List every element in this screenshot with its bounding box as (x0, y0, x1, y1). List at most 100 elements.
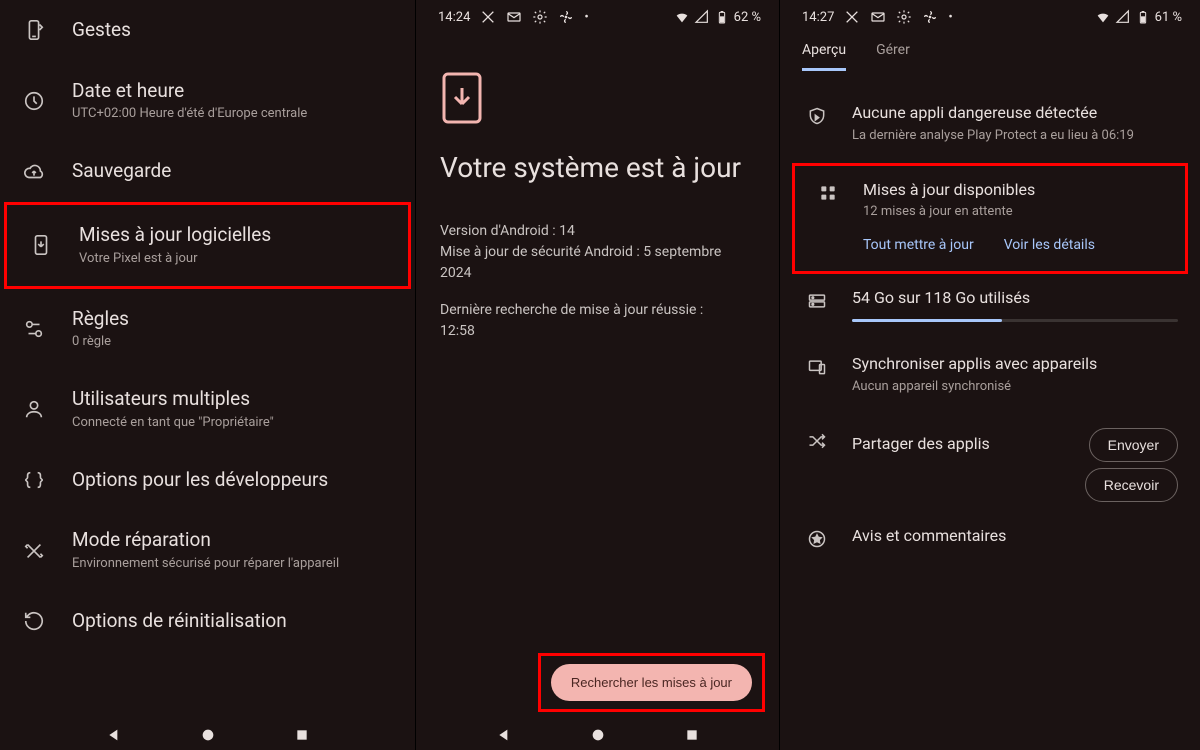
battery-icon (714, 9, 730, 25)
status-dot: • (584, 10, 588, 25)
update-heading: Votre système est à jour (440, 150, 755, 185)
row-gestures[interactable]: Gestes (0, 0, 415, 61)
tab-manage[interactable]: Gérer (876, 42, 910, 71)
row-title: Sauvegarde (72, 159, 401, 184)
status-time: 14:27 (802, 10, 834, 25)
row-texts: Mode réparation Environnement sécurisé p… (72, 528, 401, 573)
row-body: Aucune appli dangereuse détectée La dern… (852, 103, 1178, 145)
row-sync-devices[interactable]: Synchroniser applis avec appareils Aucun… (784, 340, 1196, 414)
row-software-updates[interactable]: Mises à jour logicielles Votre Pixel est… (7, 205, 408, 286)
row-play-protect[interactable]: Aucune appli dangereuse détectée La dern… (784, 89, 1196, 163)
fan-icon (922, 9, 938, 25)
star-badge-icon (806, 528, 828, 550)
row-texts: Sauvegarde (72, 159, 401, 184)
row-body: Avis et commentaires (852, 526, 1178, 550)
user-icon (22, 397, 46, 421)
row-updates-available[interactable]: Mises à jour disponibles 12 mises à jour… (795, 166, 1185, 272)
devices-icon (806, 356, 828, 378)
nav-recent-icon[interactable] (683, 726, 701, 744)
row-reviews[interactable]: Avis et commentaires (784, 512, 1196, 568)
battery-icon (1135, 9, 1151, 25)
row-sub: Environnement sécurisé pour réparer l'ap… (72, 556, 401, 573)
nav-back-icon[interactable] (105, 726, 123, 744)
row-backup[interactable]: Sauvegarde (0, 141, 415, 202)
row-sub: 0 règle (72, 334, 401, 351)
row-texts: Options pour les développeurs (72, 468, 401, 493)
update-logo-icon (440, 70, 484, 126)
row-title: Mises à jour disponibles (863, 180, 1167, 201)
navigation-bar (0, 720, 415, 750)
gmail-icon (870, 9, 886, 25)
nav-home-icon[interactable] (199, 726, 217, 744)
status-battery-pct: 61 % (1155, 10, 1182, 25)
update-all-link[interactable]: Tout mettre à jour (863, 237, 974, 253)
row-sub: Aucun appareil synchronisé (852, 379, 1178, 396)
status-time: 14:24 (438, 10, 470, 25)
reset-icon (22, 609, 46, 633)
row-share-apps: Partager des applis Envoyer (784, 414, 1196, 468)
row-reset-options[interactable]: Options de réinitialisation (0, 591, 415, 652)
update-content: Votre système est à jour Version d'Andro… (416, 30, 779, 342)
fan-icon (558, 9, 574, 25)
send-button[interactable]: Envoyer (1089, 428, 1178, 462)
check-updates-button[interactable]: Rechercher les mises à jour (551, 664, 752, 701)
highlight-check-updates: Rechercher les mises à jour (538, 653, 765, 712)
row-sub: La dernière analyse Play Protect a eu li… (852, 128, 1178, 145)
phone-vibrate-icon (22, 18, 46, 42)
receive-button[interactable]: Recevoir (1085, 468, 1178, 502)
wifi-icon (1095, 9, 1111, 25)
tools-icon (22, 539, 46, 563)
row-texts: Utilisateurs multiples Connecté en tant … (72, 387, 401, 432)
updates-actions: Tout mettre à jour Voir les détails (863, 237, 1167, 253)
shield-icon (806, 105, 828, 127)
last-check-label: Dernière recherche de mise à jour réussi… (440, 300, 755, 321)
nav-back-icon[interactable] (495, 726, 513, 744)
nav-recent-icon[interactable] (293, 726, 311, 744)
row-title: Mises à jour logicielles (79, 223, 394, 248)
x-icon (844, 9, 860, 25)
row-title: Mode réparation (72, 528, 401, 553)
settings-icon (896, 9, 912, 25)
signal-icon (1115, 9, 1131, 25)
row-title: Options pour les développeurs (72, 468, 401, 493)
row-title: Partager des applis (852, 434, 990, 455)
row-body: Partager des applis Envoyer (852, 428, 1178, 462)
highlight-software-updates: Mises à jour logicielles Votre Pixel est… (4, 202, 411, 289)
row-multiple-users[interactable]: Utilisateurs multiples Connecté en tant … (0, 369, 415, 450)
see-details-link[interactable]: Voir les détails (1004, 237, 1095, 253)
status-battery-pct: 62 % (734, 10, 761, 25)
row-title: 54 Go sur 118 Go utilisés (852, 288, 1178, 309)
row-title: Synchroniser applis avec appareils (852, 354, 1178, 375)
row-texts: Gestes (72, 18, 401, 43)
row-title: Aucune appli dangereuse détectée (852, 103, 1178, 124)
row-sub: 12 mises à jour en attente (863, 204, 1167, 221)
row-storage[interactable]: 54 Go sur 118 Go utilisés (784, 274, 1196, 340)
cloud-upload-icon (22, 160, 46, 184)
row-title: Date et heure (72, 79, 401, 104)
receive-row: Recevoir (784, 468, 1196, 512)
row-sub: UTC+02:00 Heure d'été d'Europe centrale (72, 106, 401, 123)
row-title: Gestes (72, 18, 401, 43)
row-title: Utilisateurs multiples (72, 387, 401, 412)
row-developer-options[interactable]: Options pour les développeurs (0, 450, 415, 511)
settings-icon (532, 9, 548, 25)
row-title: Avis et commentaires (852, 526, 1178, 547)
row-body: Mises à jour disponibles 12 mises à jour… (863, 180, 1167, 254)
last-check-time: 12:58 (440, 321, 755, 342)
row-repair-mode[interactable]: Mode réparation Environnement sécurisé p… (0, 510, 415, 591)
system-update-screen: 14:24 • 62 % Votre système est à jour Ve… (415, 0, 780, 750)
row-date-time[interactable]: Date et heure UTC+02:00 Heure d'été d'Eu… (0, 61, 415, 142)
nav-home-icon[interactable] (589, 726, 607, 744)
tab-overview[interactable]: Aperçu (802, 42, 846, 71)
clock-icon (22, 89, 46, 113)
row-texts: Mises à jour logicielles Votre Pixel est… (79, 223, 394, 268)
shuffle-icon (806, 430, 828, 452)
settings-system-screen: Gestes Date et heure UTC+02:00 Heure d'é… (0, 0, 415, 750)
gmail-icon (506, 9, 522, 25)
row-body: 54 Go sur 118 Go utilisés (852, 288, 1178, 322)
storage-progress-fill (852, 319, 1002, 322)
storage-progress (852, 319, 1178, 322)
signal-icon (694, 9, 710, 25)
storage-icon (806, 290, 828, 312)
row-rules[interactable]: Règles 0 règle (0, 289, 415, 370)
